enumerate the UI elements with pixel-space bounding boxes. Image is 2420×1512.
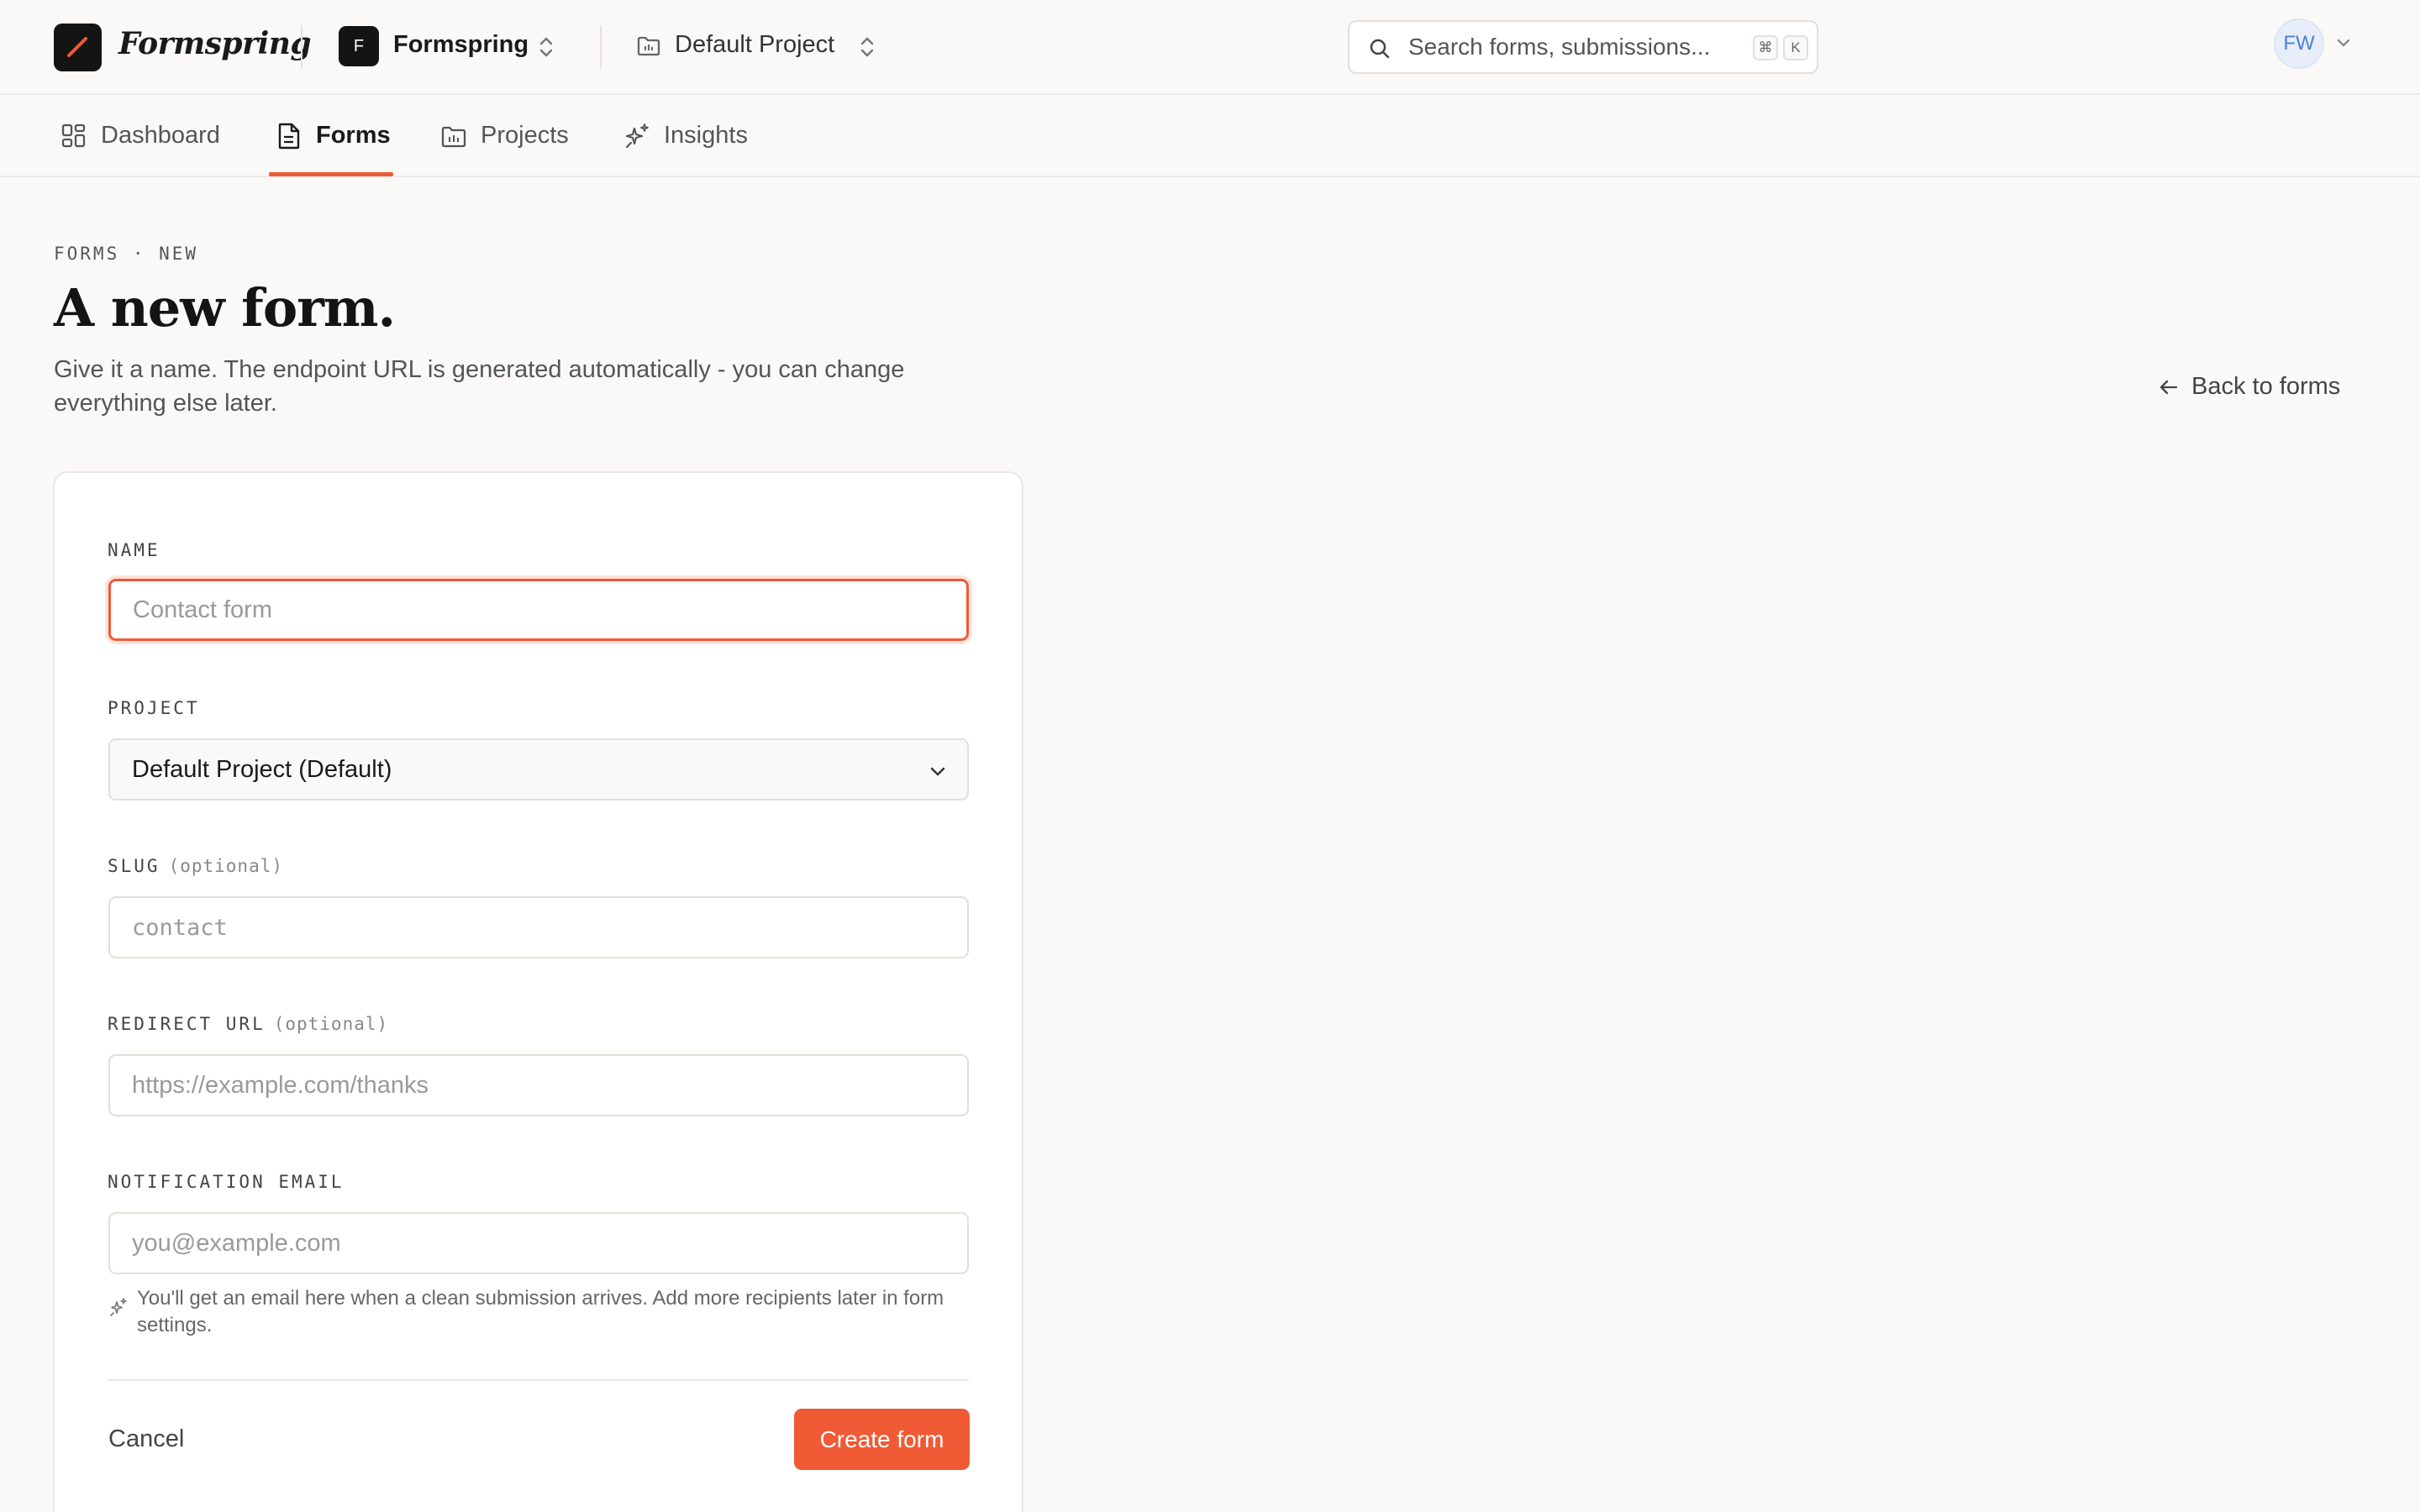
name-field[interactable] [108,579,969,641]
notification-email-label: NOTIFICATION EMAIL [108,1172,345,1192]
tab-dashboard[interactable]: Dashboard [60,95,237,177]
folder-icon [637,36,660,56]
search-icon [1370,39,1390,59]
optional-tag: (optional) [168,856,284,876]
optional-tag: (optional) [273,1014,389,1034]
tab-projects[interactable]: Projects [440,95,583,177]
notification-email-field[interactable] [108,1212,969,1274]
folder-icon [441,126,466,148]
divider [600,25,602,69]
document-icon [278,123,300,150]
tab-label: Insights [664,122,748,149]
name-input[interactable] [133,596,944,624]
main-nav: Dashboard Forms Projects Insights [0,95,2420,177]
workspace-switcher[interactable]: Formspring [393,31,529,59]
sparkles-icon [110,1298,127,1316]
redirect-url-input[interactable] [132,1071,945,1100]
brand-logo-icon[interactable] [54,24,102,71]
chevron-up-down-icon[interactable] [535,35,557,59]
shortcut-key: K [1783,35,1808,60]
slug-field[interactable] [108,896,969,958]
slug-label: SLUG (optional) [108,856,284,876]
workspace-avatar[interactable]: F [339,26,379,66]
create-form-button[interactable]: Create form [794,1409,970,1470]
tab-label: Forms [316,122,391,149]
page-subtitle: Give it a name. The endpoint URL is gene… [54,356,905,417]
slug-input[interactable] [132,914,945,941]
new-form-card: NAME PROJECT Default Project (Default) S… [53,471,1023,1512]
project-label: PROJECT [108,698,200,718]
project-select-value: Default Project (Default) [132,755,392,783]
chevron-up-down-icon[interactable] [856,35,878,59]
project-switcher[interactable]: Default Project [675,31,834,59]
name-label: NAME [108,540,160,560]
tab-forms[interactable]: Forms [276,95,393,177]
tab-label: Dashboard [101,122,220,149]
redirect-url-field[interactable] [108,1054,969,1116]
tab-label: Projects [481,122,569,149]
chevron-down-icon [930,767,945,776]
chevron-down-icon[interactable] [2334,34,2353,52]
tab-insights[interactable]: Insights [623,95,766,177]
search-input[interactable]: Search forms, submissions... [1408,34,1710,60]
user-avatar[interactable]: FW [2274,18,2324,69]
search-bar[interactable]: Search forms, submissions... ⌘ K [1348,20,1818,74]
top-bar: Formspring F Formspring Default Project … [0,0,2420,95]
dashboard-icon [61,123,86,148]
brand-name[interactable]: Formspring [118,26,312,61]
page-title: A new form. [54,277,396,339]
project-select[interactable]: Default Project (Default) [108,738,969,801]
redirect-url-label: REDIRECT URL (optional) [108,1014,389,1034]
cancel-button[interactable]: Cancel [108,1425,184,1453]
sparkles-icon [625,123,649,149]
arrow-left-icon [2160,380,2178,395]
active-tab-indicator [269,172,393,176]
form-divider [108,1379,969,1381]
divider [301,25,302,69]
email-hint-text: You'll get an email here when a clean su… [137,1287,944,1336]
breadcrumb: FORMS · NEW [54,244,199,264]
notification-email-input[interactable] [132,1229,945,1257]
shortcut-mod-key: ⌘ [1753,35,1778,60]
back-link-label: Back to forms [2191,373,2341,400]
